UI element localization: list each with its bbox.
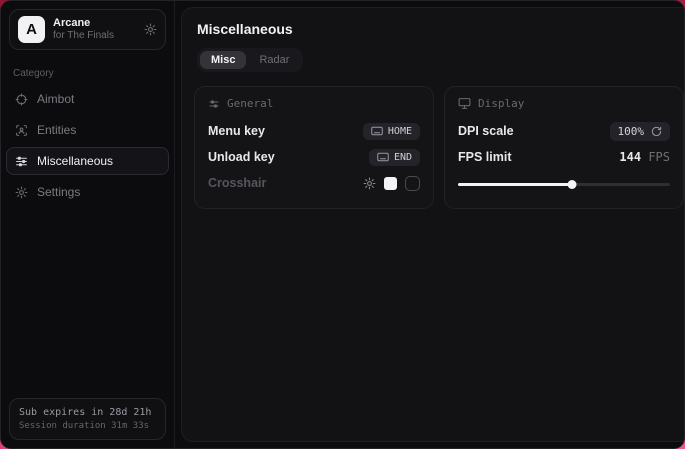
tab-radar[interactable]: Radar [248, 51, 300, 69]
sidebar-item-label: Miscellaneous [37, 154, 113, 168]
unload-key-label: Unload key [208, 150, 275, 164]
crosshair-checkbox[interactable] [405, 176, 420, 191]
main-panel: Miscellaneous Misc Radar [181, 7, 685, 442]
unload-key-value: END [394, 152, 412, 163]
entities-icon [15, 124, 28, 137]
fps-limit-label: FPS limit [458, 150, 511, 164]
crosshair-controls [363, 176, 420, 191]
crosshair-settings-gear-icon[interactable] [363, 177, 376, 190]
sidebar-item-miscellaneous[interactable]: Miscellaneous [6, 147, 169, 175]
general-panel: General Menu key HOME [194, 86, 434, 209]
app-subtitle: for The Finals [53, 30, 136, 42]
backdrop: A Arcane for The Finals Category [0, 0, 685, 449]
keyboard-icon [377, 152, 389, 162]
menu-key-label: Menu key [208, 124, 265, 138]
crosshair-icon [15, 93, 28, 106]
dpi-scale-label: DPI scale [458, 124, 514, 138]
sidebar-item-label: Settings [37, 185, 80, 199]
menu-key-bind-button[interactable]: HOME [363, 123, 420, 140]
dpi-scale-control[interactable]: 100% [610, 122, 671, 141]
tab-misc[interactable]: Misc [200, 51, 246, 69]
menu-key-row: Menu key HOME [208, 119, 420, 143]
refresh-icon[interactable] [651, 126, 662, 137]
slider-fill [458, 183, 572, 186]
app-logo: A [18, 16, 45, 43]
slider-thumb[interactable] [568, 180, 577, 189]
category-label: Category [13, 68, 162, 79]
sliders-icon [15, 155, 28, 168]
fps-limit-row: FPS limit 144 FPS [458, 145, 670, 169]
subscription-info: Sub expires in 28d 21h Session duration … [9, 398, 166, 440]
gear-icon [15, 186, 28, 199]
general-panel-title: General [227, 97, 273, 110]
sidebar-item-label: Aimbot [37, 92, 74, 106]
session-duration-text: Session duration 31m 33s [19, 420, 156, 432]
fps-number: 144 [619, 150, 641, 164]
unload-key-row: Unload key END [208, 145, 420, 169]
tab-bar: Misc Radar [197, 48, 303, 72]
sidebar-item-label: Entities [37, 123, 76, 137]
monitor-icon [458, 97, 471, 110]
gear-icon[interactable] [144, 23, 157, 36]
dpi-scale-value: 100% [618, 125, 645, 138]
display-panel-header: Display [458, 97, 670, 110]
dpi-scale-row: DPI scale 100% [458, 119, 670, 143]
menu-key-value: HOME [388, 126, 412, 137]
crosshair-color-swatch[interactable] [384, 177, 397, 190]
page-title: Miscellaneous [197, 21, 684, 37]
sliders-icon [208, 98, 220, 110]
crosshair-row: Crosshair [208, 171, 420, 195]
sidebar: A Arcane for The Finals Category [1, 1, 175, 448]
crosshair-label: Crosshair [208, 176, 266, 190]
general-panel-header: General [208, 97, 420, 110]
fps-limit-value: 144 FPS [619, 150, 670, 164]
profile-card: A Arcane for The Finals [9, 9, 166, 50]
sidebar-nav: Aimbot Entities [1, 85, 174, 206]
unload-key-bind-button[interactable]: END [369, 149, 420, 166]
sub-expiry-text: Sub expires in 28d 21h [19, 406, 156, 420]
fps-unit: FPS [648, 150, 670, 164]
fps-limit-slider[interactable] [458, 179, 670, 189]
sidebar-item-settings[interactable]: Settings [6, 178, 169, 206]
app-name: Arcane [53, 17, 136, 30]
display-panel-title: Display [478, 97, 524, 110]
app-window: A Arcane for The Finals Category [0, 0, 685, 449]
main-area: Miscellaneous Misc Radar [175, 1, 685, 448]
cards-row: General Menu key HOME [194, 86, 684, 209]
sidebar-item-entities[interactable]: Entities [6, 116, 169, 144]
sidebar-item-aimbot[interactable]: Aimbot [6, 85, 169, 113]
keyboard-icon [371, 126, 383, 136]
display-panel: Display DPI scale 100% [444, 86, 684, 209]
profile-text: Arcane for The Finals [53, 17, 136, 42]
